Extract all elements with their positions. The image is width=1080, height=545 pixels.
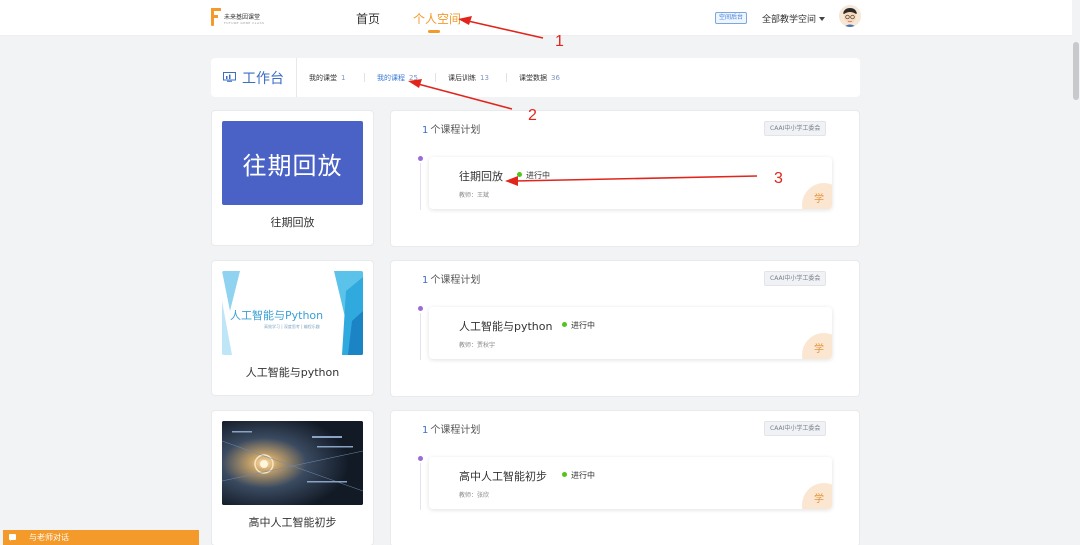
logo-icon [211, 8, 221, 28]
top-navbar: 未来基因课堂 FUTURE GENE CLASS 首页 个人空间 空间后台 全部… [0, 0, 1080, 36]
plan-count-label: 个课程计划 [430, 125, 481, 136]
plan-name[interactable]: 高中人工智能初步 [459, 468, 547, 484]
status-dot-icon [517, 172, 522, 177]
workbench-bar: 工作台 我的课堂 1 我的课程 25 课后训练 13 课堂数据 36 [211, 58, 860, 97]
learn-corner-label: 学 [814, 494, 824, 505]
thumbnail-title: 往期回放 [242, 152, 343, 180]
caret-down-icon [819, 17, 826, 21]
tab-separator [435, 73, 436, 82]
plan-name[interactable]: 往期回放 [459, 168, 503, 184]
status-dot-icon [562, 472, 567, 477]
course-plan-panel: 1 个课程计划 CAAI中小学工委会 高中人工智能初步 进行中 教师：张欣 学 [390, 410, 860, 545]
space-select-label: 全部教学空间 [762, 15, 817, 25]
tab-count: 13 [480, 74, 489, 82]
annotation-label-3: 3 [774, 170, 783, 187]
plan-count-label: 个课程计划 [430, 425, 481, 436]
space-admin-button[interactable]: 空间后台 [715, 12, 748, 24]
tab-label: 课堂数据 [519, 74, 547, 82]
logo[interactable]: 未来基因课堂 FUTURE GENE CLASS [211, 8, 271, 28]
course-card[interactable]: 人工智能与Python 高效学习 | 深度思考 | 编程乐趣 人工智能与pyth… [211, 260, 374, 396]
plan-count: 1 个课程计划 [422, 121, 480, 136]
org-tag: CAAI中小学工委会 [764, 421, 827, 436]
timeline-dot [418, 306, 423, 311]
org-tag: CAAI中小学工委会 [764, 271, 827, 286]
nav-personal-space[interactable]: 个人空间 [413, 10, 461, 27]
timeline-line [420, 313, 421, 360]
plan-count-number: 1 [422, 275, 429, 286]
thumbnail-title: 人工智能与Python [230, 309, 324, 322]
avatar[interactable] [839, 5, 861, 27]
status-badge: 进行中 [562, 320, 595, 331]
tab-separator [506, 73, 507, 82]
course-card[interactable]: 高中人工智能初步 [211, 410, 374, 545]
course-name[interactable]: 人工智能与python [212, 364, 373, 380]
status-badge: 进行中 [562, 470, 595, 481]
logo-text: 未来基因课堂 [224, 14, 261, 21]
tab-after-class-training[interactable]: 课后训练 13 [448, 73, 489, 83]
plan-count: 1 个课程计划 [422, 271, 480, 286]
teacher-name: 教师：王斌 [459, 192, 490, 199]
annotation-label-1: 1 [555, 33, 564, 50]
tab-separator [364, 73, 365, 82]
timeline-line [420, 163, 421, 210]
tab-my-courses[interactable]: 我的课程 25 [377, 73, 418, 83]
plan-count: 1 个课程计划 [422, 421, 480, 436]
timeline-line [420, 463, 421, 510]
scrollbar-thumb[interactable] [1073, 42, 1079, 100]
space-select-dropdown[interactable]: 全部教学空间 [762, 12, 826, 25]
plan-count-number: 1 [422, 125, 429, 136]
org-tag: CAAI中小学工委会 [764, 121, 827, 136]
course-thumbnail[interactable]: 人工智能与Python 高效学习 | 深度思考 | 编程乐趣 [222, 271, 363, 355]
course-plan-panel: 1 个课程计划 CAAI中小学工委会 人工智能与python 进行中 教师：贾秋宇… [390, 260, 860, 397]
nav-home[interactable]: 首页 [356, 10, 380, 27]
teacher-name: 教师：张欣 [459, 492, 490, 499]
tab-label: 我的课程 [377, 74, 405, 82]
course-plan-panel: 1 个课程计划 CAAI中小学工委会 往期回放 进行中 教师：王斌 学 [390, 110, 860, 247]
thumbnail-subtitle: 高效学习 | 深度思考 | 编程乐趣 [264, 324, 320, 329]
annotation-label-2: 2 [528, 107, 537, 124]
status-text: 进行中 [526, 171, 550, 180]
tab-label: 课后训练 [448, 74, 476, 82]
avatar-icon [839, 5, 861, 27]
course-name[interactable]: 高中人工智能初步 [212, 514, 373, 530]
learn-corner-label: 学 [814, 194, 824, 205]
plan-name[interactable]: 人工智能与python [459, 318, 552, 334]
plan-count-label: 个课程计划 [430, 275, 481, 286]
teacher-name: 教师：贾秋宇 [459, 342, 496, 349]
course-card[interactable]: 往期回放 往期回放 [211, 110, 374, 246]
monitor-icon [223, 72, 236, 82]
tab-label: 我的课堂 [309, 74, 337, 82]
workbench-title: 工作台 [242, 71, 284, 87]
chat-with-teacher-button[interactable]: 与老师对话 [3, 530, 199, 545]
status-text: 进行中 [571, 321, 595, 330]
status-dot-icon [562, 322, 567, 327]
tab-classroom-data[interactable]: 课堂数据 36 [519, 73, 560, 83]
chat-bubble-icon [9, 534, 16, 541]
tab-count: 1 [341, 74, 346, 82]
tab-count: 36 [551, 74, 560, 82]
plan-count-number: 1 [422, 425, 429, 436]
status-text: 进行中 [571, 471, 595, 480]
timeline-dot [418, 456, 423, 461]
plan-item[interactable]: 人工智能与python 进行中 教师：贾秋宇 学 [429, 307, 832, 359]
tab-count: 25 [409, 74, 418, 82]
plan-item[interactable]: 往期回放 进行中 教师：王斌 学 [429, 157, 832, 209]
plan-item[interactable]: 高中人工智能初步 进行中 教师：张欣 学 [429, 457, 832, 509]
nav-active-indicator [428, 30, 440, 33]
status-badge: 进行中 [517, 170, 550, 181]
course-name[interactable]: 往期回放 [212, 214, 373, 230]
learn-corner-label: 学 [814, 344, 824, 355]
course-thumbnail[interactable]: 往期回放 [222, 121, 363, 205]
course-thumbnail[interactable] [222, 421, 363, 505]
thumbnail-graphic [222, 421, 363, 505]
logo-subtitle: FUTURE GENE CLASS [224, 21, 265, 25]
divider [296, 58, 297, 97]
tab-my-classroom[interactable]: 我的课堂 1 [309, 73, 345, 83]
timeline-dot [418, 156, 423, 161]
chat-label: 与老师对话 [29, 533, 69, 542]
